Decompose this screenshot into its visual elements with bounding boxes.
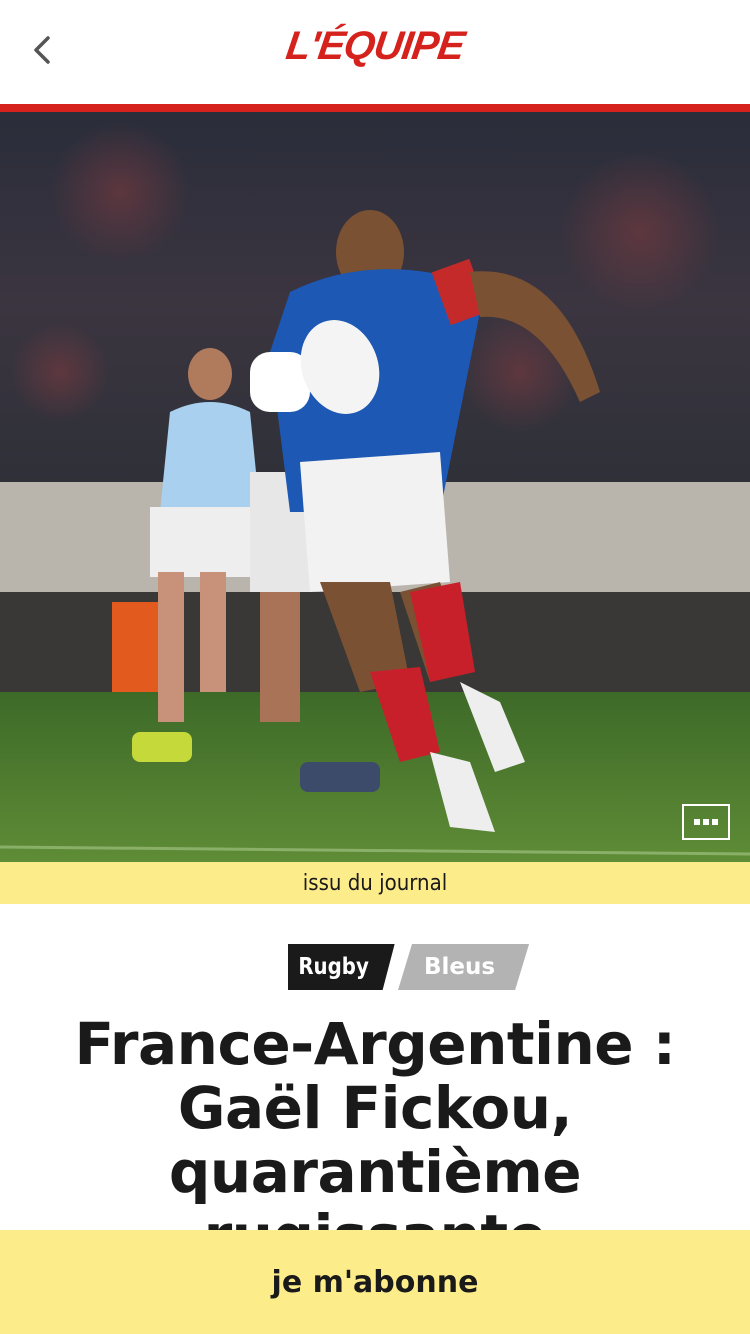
app-header: L'ÉQUIPE (0, 0, 750, 104)
tag-rugby[interactable]: Rugby (288, 944, 395, 990)
brand-logo[interactable]: L'ÉQUIPE (0, 24, 750, 69)
source-label: issu du journal (0, 862, 750, 904)
ellipsis-icon (694, 819, 700, 825)
category-tags: Rugby Bleus (288, 944, 529, 990)
header-divider (0, 104, 750, 112)
more-options-button[interactable] (682, 804, 730, 840)
hero-photo (0, 112, 750, 862)
subscribe-button[interactable]: je m'abonne (0, 1230, 750, 1334)
tag-bleus[interactable]: Bleus (398, 944, 529, 990)
